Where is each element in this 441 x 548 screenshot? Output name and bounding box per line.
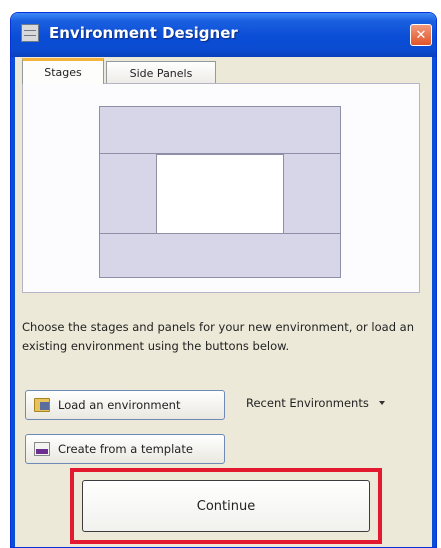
app-icon: [21, 24, 39, 42]
load-environment-button[interactable]: Load an environment: [25, 390, 225, 420]
tab-stages-label: Stages: [44, 66, 82, 79]
window-frame-right: [432, 57, 436, 547]
close-icon: ✕: [415, 27, 427, 43]
tab-stages[interactable]: Stages: [22, 58, 104, 84]
create-from-template-button[interactable]: Create from a template: [25, 434, 225, 464]
continue-button[interactable]: Continue: [82, 480, 370, 532]
recent-environments-label: Recent Environments: [246, 396, 369, 410]
close-button[interactable]: ✕: [410, 24, 432, 46]
window-title: Environment Designer: [49, 24, 238, 42]
window-frame-left: [11, 57, 15, 547]
tab-side-panels[interactable]: Side Panels: [106, 61, 216, 84]
tab-side-panels-label: Side Panels: [129, 66, 193, 80]
chevron-down-icon: [378, 401, 385, 405]
recent-environments-dropdown[interactable]: Recent Environments: [246, 396, 385, 410]
stage-layout-diagram: [99, 106, 341, 278]
stages-preview-panel: [22, 83, 420, 293]
folder-icon: [34, 398, 50, 412]
create-from-template-label: Create from a template: [58, 442, 193, 456]
template-icon: [34, 442, 50, 456]
continue-label: Continue: [196, 498, 256, 514]
load-environment-label: Load an environment: [58, 398, 181, 412]
instructions-text: Choose the stages and panels for your ne…: [22, 320, 414, 353]
stage-center: [156, 154, 284, 234]
title-bar[interactable]: Environment Designer ✕: [11, 13, 436, 57]
